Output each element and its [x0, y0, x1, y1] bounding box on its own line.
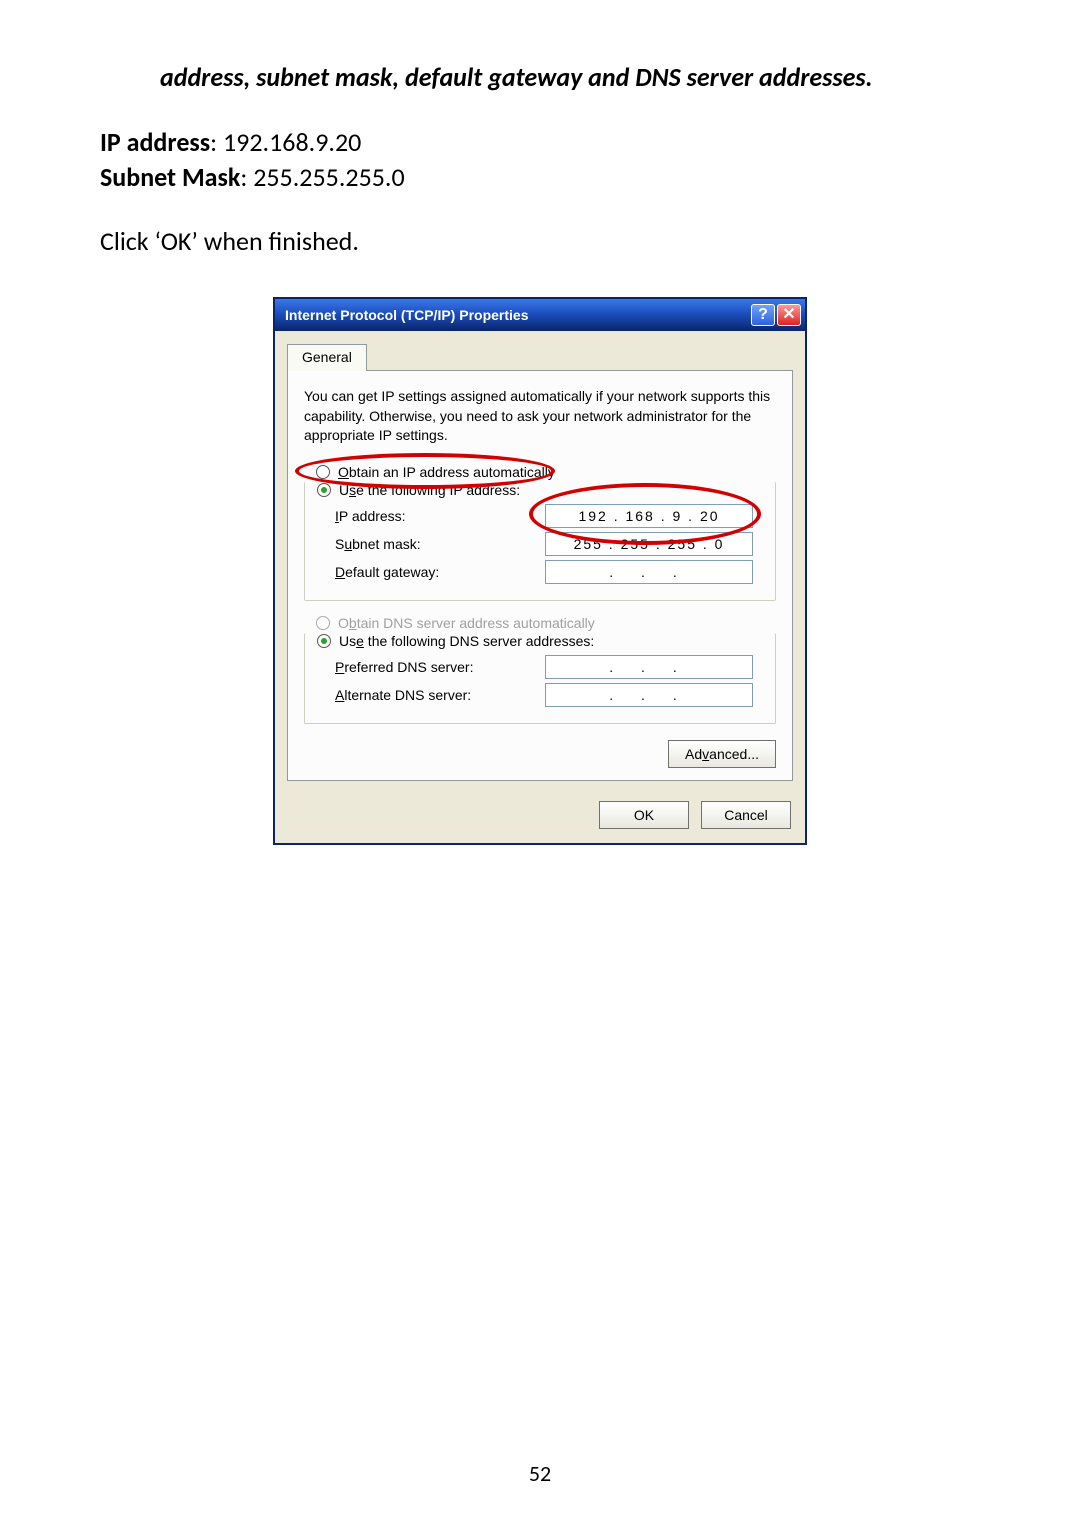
help-icon: ?	[758, 307, 768, 323]
doc-ip-value: : 192.168.9.20	[210, 126, 361, 158]
gateway-row: Default gateway: . . .	[335, 560, 775, 584]
dns-group: Use the following DNS server addresses: …	[304, 633, 776, 724]
subnet-row: Subnet mask: 255 . 255 . 255 . 0	[335, 532, 775, 556]
pref-dns-row: Preferred DNS server: . . .	[335, 655, 775, 679]
cancel-button[interactable]: Cancel	[701, 801, 791, 829]
alt-dns-label: Alternate DNS server:	[335, 687, 545, 703]
radio-obtain-ip-label: Obtain an IP address automatically	[338, 464, 555, 480]
tab-strip: General	[275, 331, 805, 370]
close-icon: ✕	[782, 307, 795, 323]
radio-use-ip[interactable]: Use the following IP address:	[317, 482, 775, 498]
doc-mask-value: : 255.255.255.0	[240, 161, 404, 193]
advanced-button[interactable]: Advanced...	[668, 740, 776, 768]
subnet-label: Subnet mask:	[335, 536, 545, 552]
radio-obtain-dns: Obtain DNS server address automatically	[316, 615, 776, 631]
doc-ip-label: IP address	[100, 126, 210, 158]
doc-mask-label: Subnet Mask	[100, 161, 240, 193]
radio-use-dns-label: Use the following DNS server addresses:	[339, 633, 594, 649]
subnet-input[interactable]: 255 . 255 . 255 . 0	[545, 532, 753, 556]
ip-group: Use the following IP address: IP address…	[304, 482, 776, 601]
dialog-title: Internet Protocol (TCP/IP) Properties	[285, 307, 528, 323]
dialog-footer: OK Cancel	[275, 793, 805, 843]
doc-ip-line: IP address: 192.168.9.20	[100, 125, 980, 160]
page-number: 52	[0, 1460, 1080, 1487]
radio-use-ip-label: Use the following IP address:	[339, 482, 520, 498]
dialog-body: You can get IP settings assigned automat…	[287, 370, 793, 781]
close-button[interactable]: ✕	[777, 304, 801, 326]
radio-obtain-ip[interactable]: Obtain an IP address automatically	[316, 464, 776, 480]
radio-obtain-dns-label: Obtain DNS server address automatically	[338, 615, 595, 631]
alt-dns-input[interactable]: . . .	[545, 683, 753, 707]
ip-address-row: IP address: 192 . 168 . 9 . 20	[335, 504, 775, 528]
tcpip-properties-dialog: Internet Protocol (TCP/IP) Properties ? …	[273, 297, 807, 845]
ok-button[interactable]: OK	[599, 801, 689, 829]
ip-address-input[interactable]: 192 . 168 . 9 . 20	[545, 504, 753, 528]
radio-use-dns[interactable]: Use the following DNS server addresses:	[317, 633, 775, 649]
help-button[interactable]: ?	[751, 304, 775, 326]
doc-mask-line: Subnet Mask: 255.255.255.0	[100, 160, 980, 195]
pref-dns-input[interactable]: . . .	[545, 655, 753, 679]
radio-icon	[316, 616, 330, 630]
dialog-description: You can get IP settings assigned automat…	[304, 387, 776, 446]
tab-general[interactable]: General	[287, 344, 367, 371]
radio-icon	[316, 465, 330, 479]
pref-dns-label: Preferred DNS server:	[335, 659, 545, 675]
doc-note-italic: address, subnet mask, default gateway an…	[160, 60, 880, 95]
gateway-input[interactable]: . . .	[545, 560, 753, 584]
doc-click-ok: Click ‘OK’ when finished.	[100, 225, 980, 257]
ip-address-label: IP address:	[335, 508, 545, 524]
radio-icon	[317, 634, 331, 648]
radio-icon	[317, 483, 331, 497]
alt-dns-row: Alternate DNS server: . . .	[335, 683, 775, 707]
dialog-titlebar[interactable]: Internet Protocol (TCP/IP) Properties ? …	[275, 299, 805, 331]
gateway-label: Default gateway:	[335, 564, 545, 580]
